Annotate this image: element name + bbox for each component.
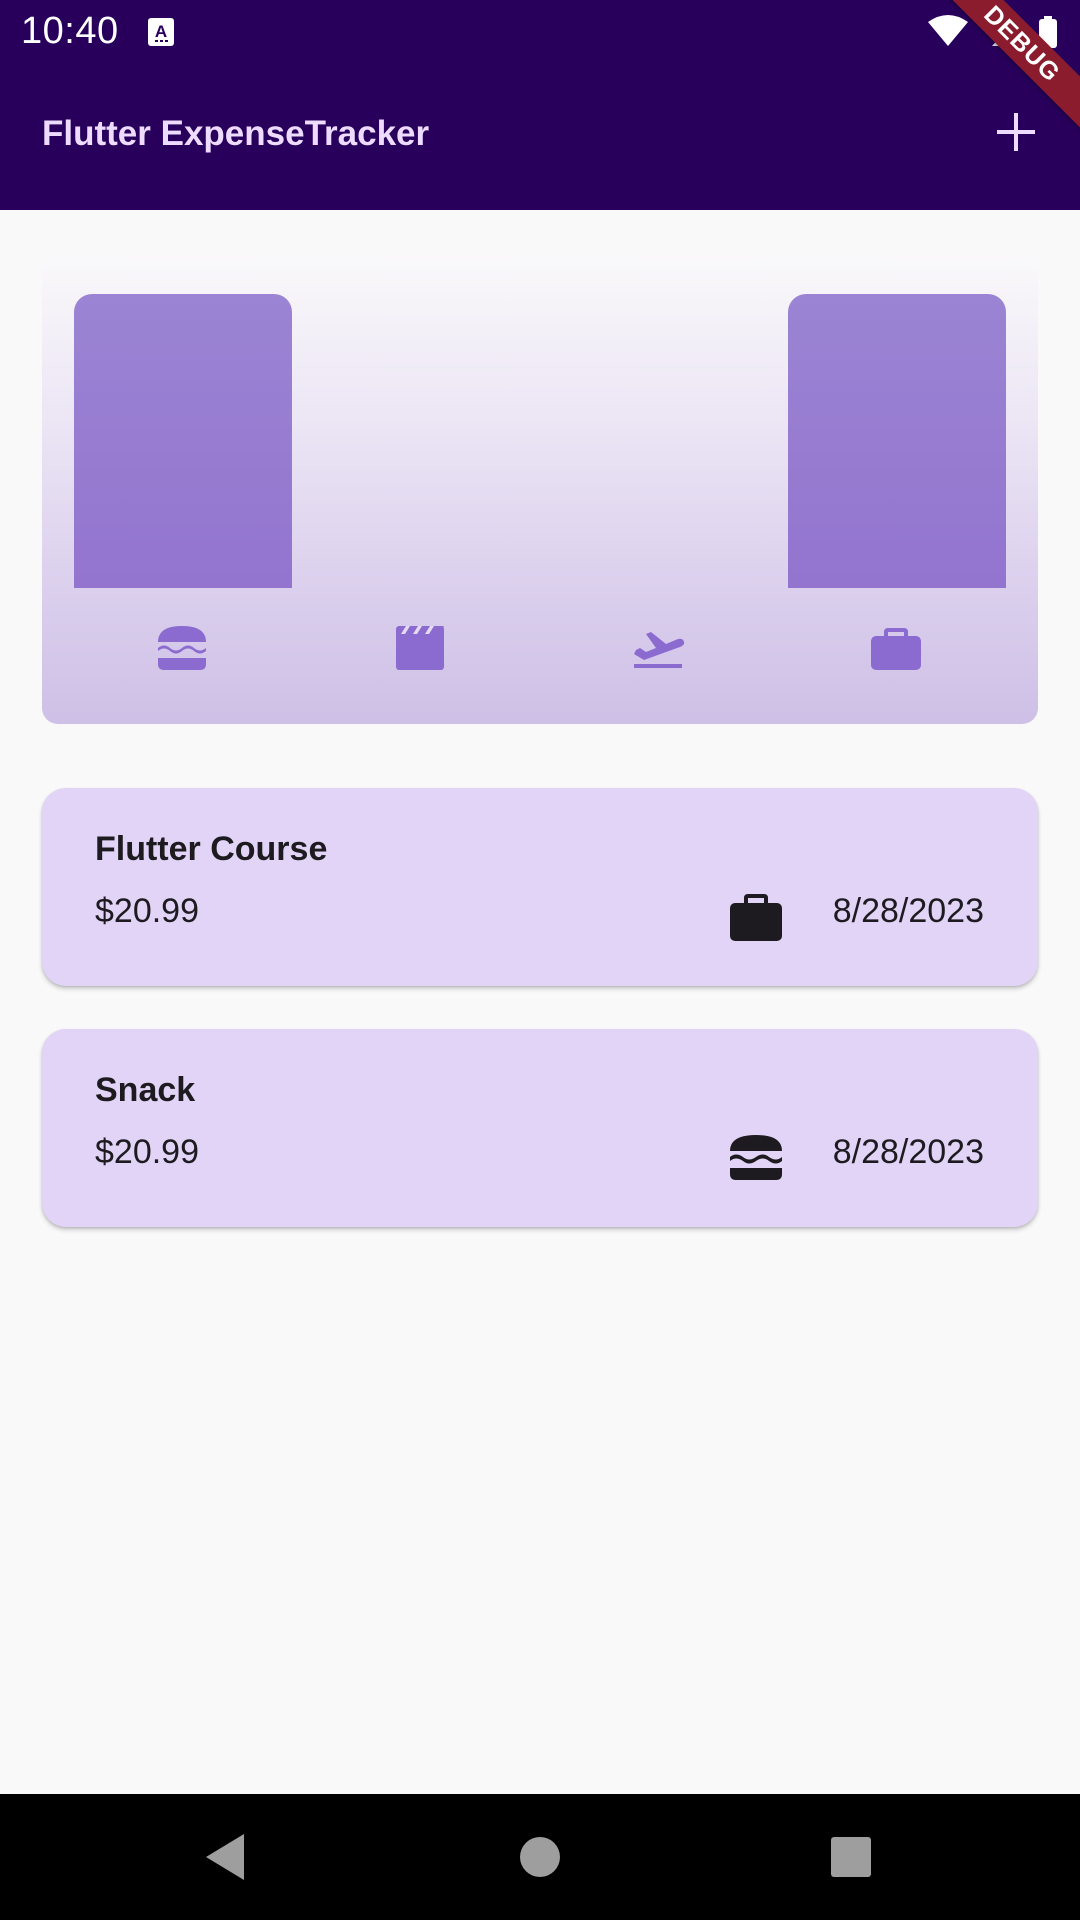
briefcase-icon bbox=[871, 628, 921, 670]
plus-icon[interactable] bbox=[988, 104, 1044, 160]
expense-amount: $20.99 bbox=[95, 892, 199, 930]
expense-date: 8/28/2023 bbox=[832, 1133, 984, 1171]
expense-title: Snack bbox=[95, 1071, 196, 1109]
briefcase-icon bbox=[730, 894, 782, 941]
app-title: Flutter ExpenseTracker bbox=[42, 114, 430, 153]
svg-text:A: A bbox=[155, 22, 167, 41]
status-time: 10:40 bbox=[21, 10, 119, 52]
expense-amount: $20.99 bbox=[95, 1133, 199, 1171]
back-icon[interactable] bbox=[192, 1824, 258, 1890]
burger-icon bbox=[730, 1135, 782, 1180]
clapperboard-icon bbox=[396, 626, 444, 670]
expense-chart bbox=[42, 252, 1038, 724]
text-a-icon: A bbox=[148, 18, 174, 46]
chart-category-icons bbox=[42, 620, 1038, 680]
chart-bar-food bbox=[74, 294, 292, 588]
app-bar: Flutter ExpenseTracker bbox=[0, 64, 1080, 210]
screen: 10:40 A Flutter ExpenseTracker DEBUG Flu… bbox=[0, 0, 1080, 1920]
system-navigation-bar bbox=[0, 1794, 1080, 1920]
expense-title: Flutter Course bbox=[95, 830, 328, 868]
status-bar: 10:40 A bbox=[0, 0, 1080, 64]
burger-icon bbox=[158, 626, 206, 670]
expense-date: 8/28/2023 bbox=[832, 892, 984, 930]
top-area: 10:40 A Flutter ExpenseTracker bbox=[0, 0, 1080, 210]
chart-bar-work bbox=[788, 294, 1006, 588]
wifi-icon bbox=[928, 15, 968, 46]
chart-bars bbox=[42, 252, 1038, 592]
home-icon[interactable] bbox=[507, 1824, 573, 1890]
recents-icon[interactable] bbox=[818, 1824, 884, 1890]
expense-card[interactable]: Flutter Course $20.99 8/28/2023 bbox=[42, 788, 1038, 986]
flight-takeoff-icon bbox=[634, 632, 685, 668]
expense-card[interactable]: Snack $20.99 8/28/2023 bbox=[42, 1029, 1038, 1227]
